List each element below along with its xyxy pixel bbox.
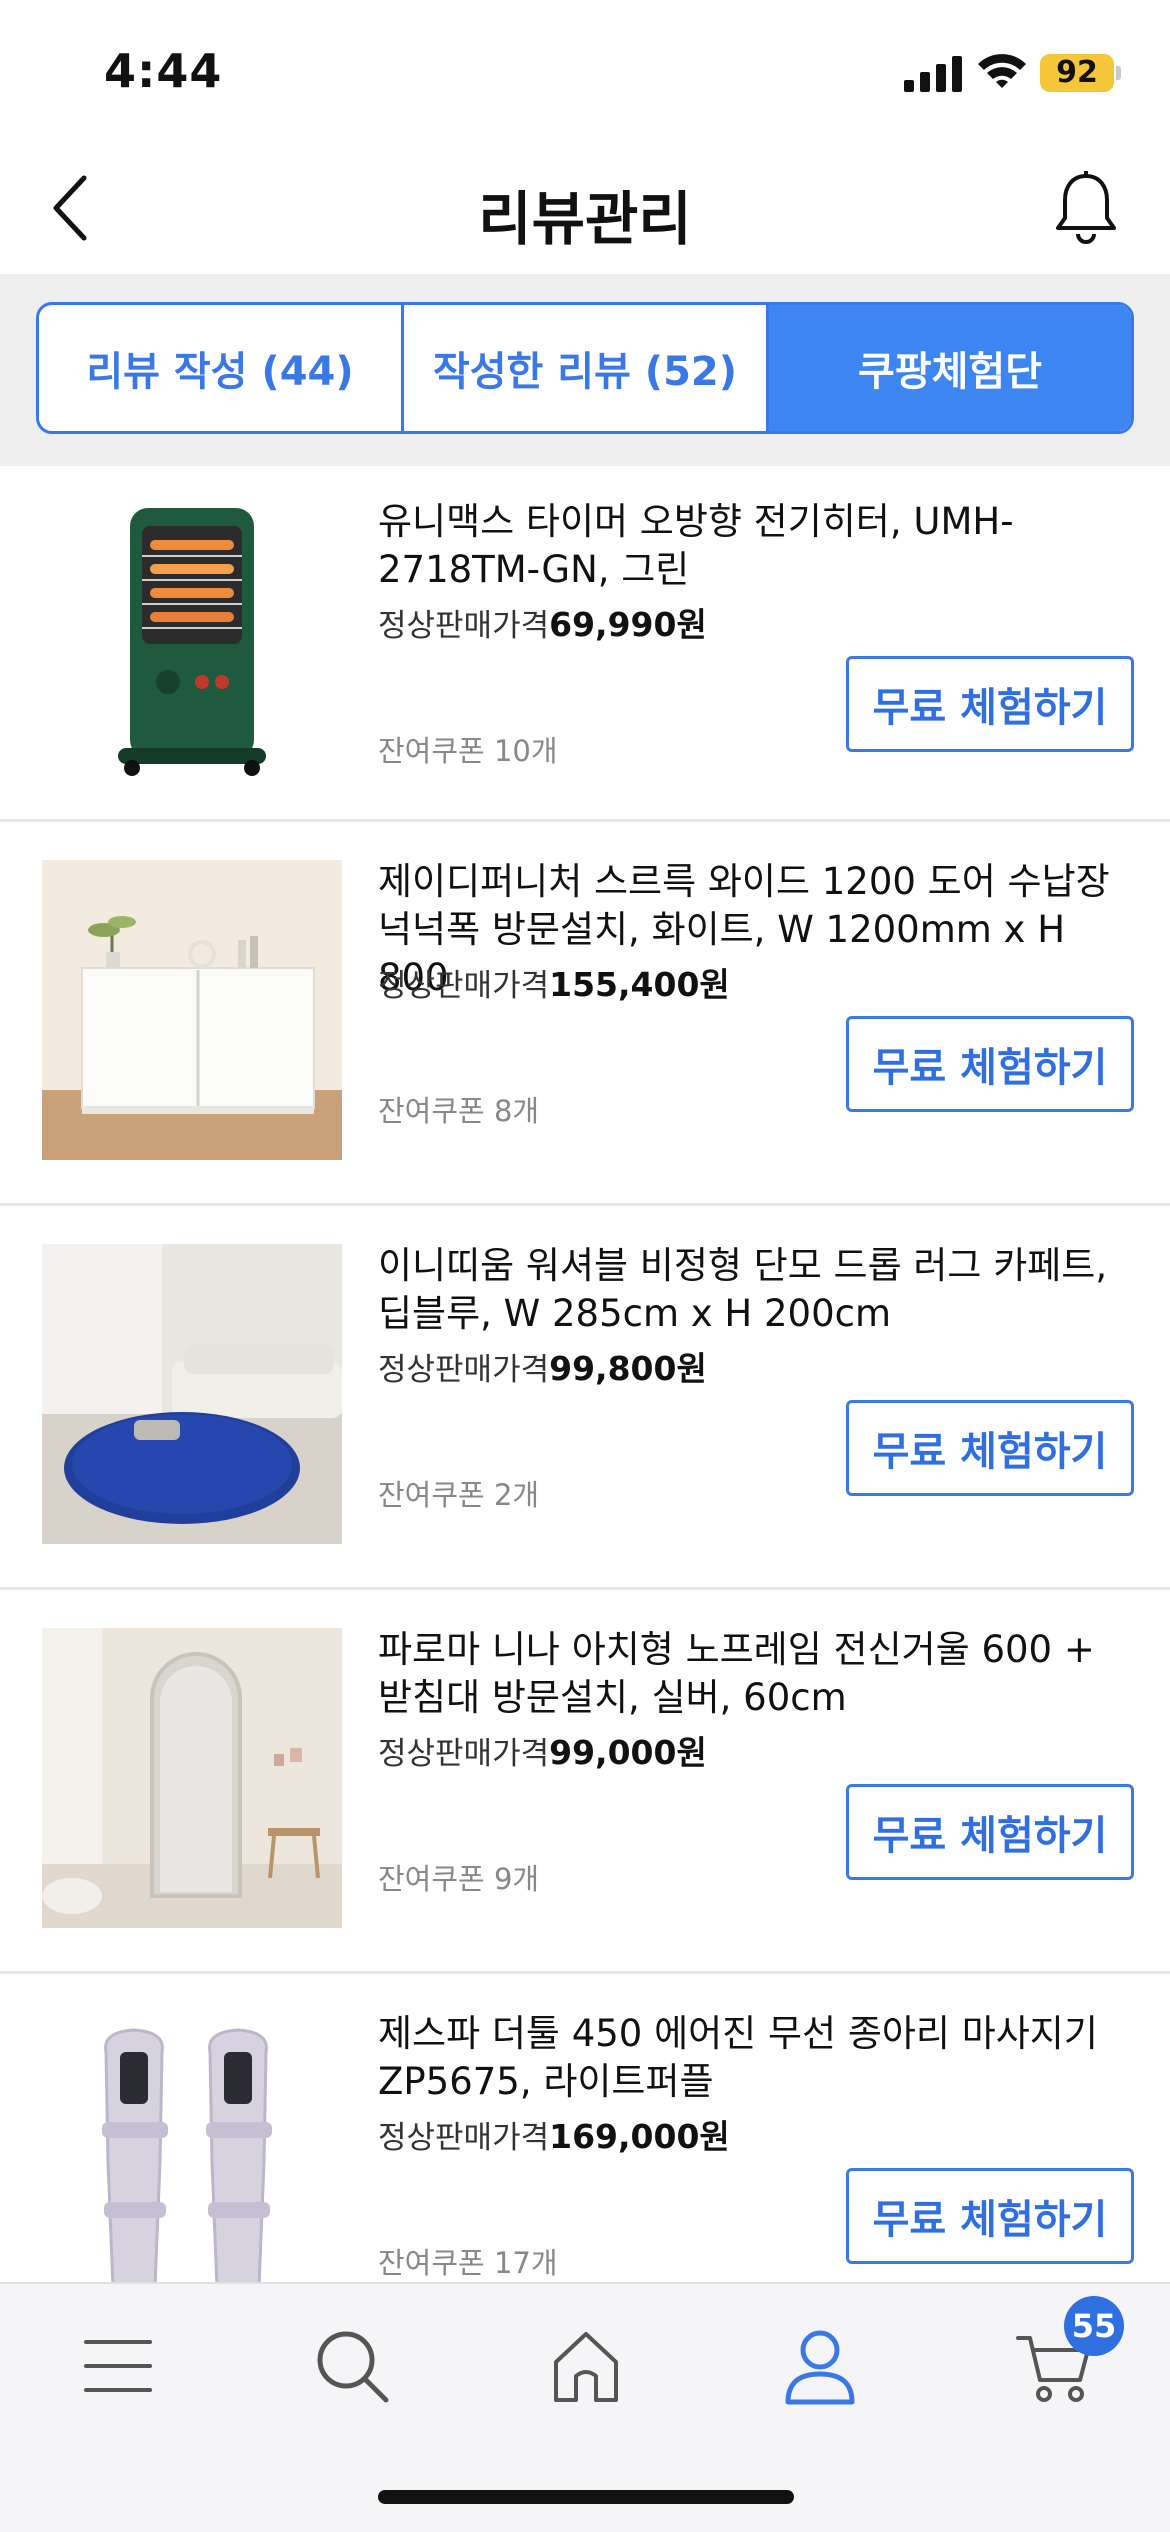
- tab-write-review[interactable]: 리뷰 작성 (44): [39, 305, 401, 431]
- product-image-leg-massager[interactable]: [42, 2012, 342, 2282]
- product-image-heater[interactable]: [42, 486, 342, 786]
- price-label: 정상판매가격: [378, 2120, 550, 2156]
- battery-indicator: 92: [1040, 54, 1114, 92]
- remaining-coupons: 잔여쿠폰 9개: [378, 1862, 540, 1896]
- my-page-icon[interactable]: [780, 2326, 860, 2406]
- product-image-cabinet[interactable]: [42, 860, 342, 1160]
- price-label: 정상판매가격: [378, 608, 550, 644]
- home-icon[interactable]: [546, 2326, 626, 2406]
- product-price: 정상판매가격99,000원: [378, 1726, 707, 1774]
- list-item: 제스파 더툴 450 에어진 무선 종아리 마사지기 ZP5675, 라이트퍼플…: [0, 1974, 1170, 2282]
- search-icon[interactable]: [312, 2326, 392, 2406]
- product-image-mirror[interactable]: [42, 1628, 342, 1928]
- price-value: 99,000원: [549, 1733, 707, 1772]
- free-trial-button[interactable]: 무료 체험하기: [846, 1784, 1134, 1880]
- bell-icon[interactable]: [1052, 170, 1120, 244]
- status-bar: 4:44 92: [0, 0, 1170, 140]
- free-trial-button[interactable]: 무료 체험하기: [846, 2168, 1134, 2264]
- tab-bar: 리뷰 작성 (44) 작성한 리뷰 (52) 쿠팡체험단: [36, 302, 1134, 434]
- price-value: 169,000원: [549, 2117, 730, 2156]
- product-price: 정상판매가격99,800원: [378, 1342, 707, 1390]
- wifi-icon: [978, 54, 1026, 88]
- product-price: 정상판매가격155,400원: [378, 958, 730, 1006]
- product-name[interactable]: 제스파 더툴 450 에어진 무선 종아리 마사지기 ZP5675, 라이트퍼플: [378, 2010, 1138, 2106]
- cart-count-badge: 55: [1064, 2296, 1124, 2356]
- free-trial-button[interactable]: 무료 체험하기: [846, 1400, 1134, 1496]
- menu-icon[interactable]: [78, 2326, 158, 2406]
- price-label: 정상판매가격: [378, 1736, 550, 1772]
- header: 리뷰관리: [0, 140, 1170, 274]
- cellular-signal-icon: [904, 56, 962, 92]
- product-name[interactable]: 유니맥스 타이머 오방향 전기히터, UMH-2718TM-GN, 그린: [378, 498, 1138, 594]
- free-trial-button[interactable]: 무료 체험하기: [846, 1016, 1134, 1112]
- product-price: 정상판매가격169,000원: [378, 2110, 730, 2158]
- list-item: 이니띠움 워셔블 비정형 단모 드롭 러그 카페트, 딥블루, W 285cm …: [0, 1206, 1170, 1590]
- product-price: 정상판매가격69,990원: [378, 598, 707, 646]
- price-label: 정상판매가격: [378, 1352, 550, 1388]
- price-label: 정상판매가격: [378, 968, 550, 1004]
- battery-tip: [1116, 66, 1121, 80]
- tab-coupang-experience[interactable]: 쿠팡체험단: [766, 305, 1131, 431]
- status-time: 4:44: [104, 44, 223, 98]
- tab-bar-container: 리뷰 작성 (44) 작성한 리뷰 (52) 쿠팡체험단: [0, 274, 1170, 466]
- price-value: 155,400원: [549, 965, 730, 1004]
- remaining-coupons: 잔여쿠폰 8개: [378, 1094, 540, 1128]
- list-item: 파로마 니나 아치형 노프레임 전신거울 600 + 받침대 방문설치, 실버,…: [0, 1590, 1170, 1974]
- remaining-coupons: 잔여쿠폰 2개: [378, 1478, 540, 1512]
- tab-written-reviews[interactable]: 작성한 리뷰 (52): [401, 305, 766, 431]
- page-title: 리뷰관리: [478, 185, 692, 253]
- free-trial-button[interactable]: 무료 체험하기: [846, 656, 1134, 752]
- price-value: 99,800원: [549, 1349, 707, 1388]
- product-image-rug[interactable]: [42, 1244, 342, 1544]
- list-item: 유니맥스 타이머 오방향 전기히터, UMH-2718TM-GN, 그린 정상판…: [0, 466, 1170, 822]
- home-indicator: [378, 2490, 794, 2504]
- list-item: 제이디퍼니처 스르륵 와이드 1200 도어 수납장 넉넉폭 방문설치, 화이트…: [0, 822, 1170, 1206]
- product-list: 유니맥스 타이머 오방향 전기히터, UMH-2718TM-GN, 그린 정상판…: [0, 466, 1170, 2282]
- product-name[interactable]: 이니띠움 워셔블 비정형 단모 드롭 러그 카페트, 딥블루, W 285cm …: [378, 1242, 1138, 1338]
- remaining-coupons: 잔여쿠폰 10개: [378, 734, 558, 768]
- remaining-coupons: 잔여쿠폰 17개: [378, 2246, 558, 2280]
- product-name[interactable]: 파로마 니나 아치형 노프레임 전신거울 600 + 받침대 방문설치, 실버,…: [378, 1626, 1138, 1722]
- price-value: 69,990원: [549, 605, 707, 644]
